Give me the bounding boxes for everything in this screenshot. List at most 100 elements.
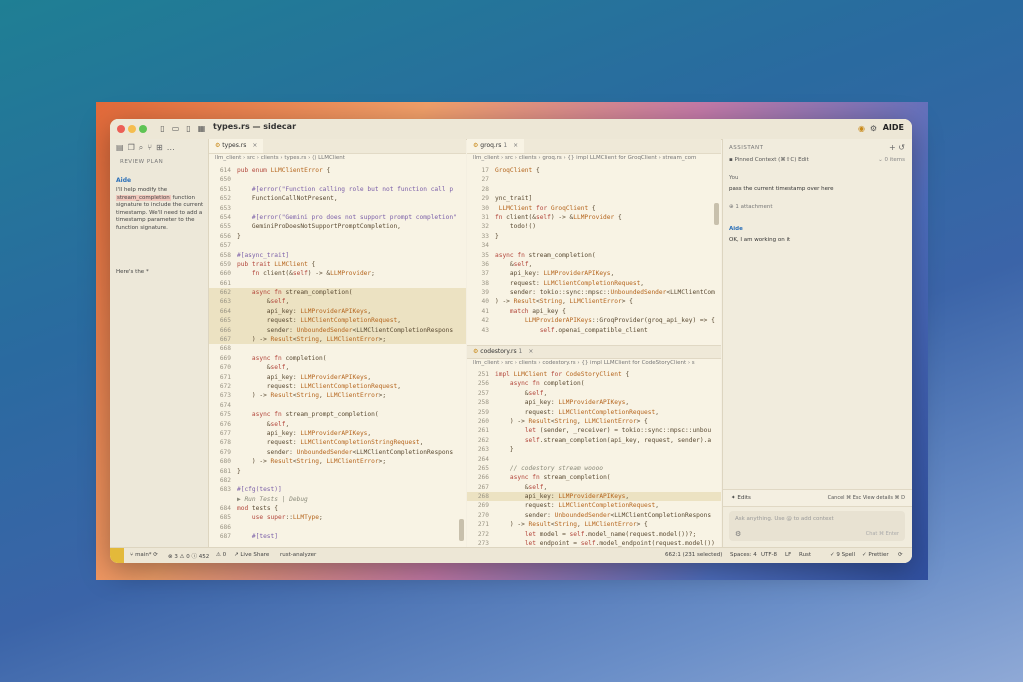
breadcrumb[interactable]: llm_client › src › clients › groq.rs › {… [473, 155, 696, 161]
code-line[interactable]: 672 request: LLMClientCompletionRequest, [209, 382, 466, 391]
code-line[interactable]: 263 } [467, 445, 721, 454]
code-line[interactable]: 41 match api_key { [467, 307, 721, 316]
pinned-context[interactable]: ▪ Pinned Context (⌘⇧C) Edit [729, 157, 809, 163]
breadcrumb[interactable]: llm_client › src › clients › codestory.r… [473, 360, 695, 366]
close-icon[interactable]: × [513, 142, 518, 149]
code-line[interactable]: 33} [467, 232, 721, 241]
problems-status[interactable]: ⊗ 3 ⚠ 0 ⓘ 452 [168, 552, 209, 560]
code-area[interactable]: 17 GroqClient {27 28 29 ync_trait] 30 LLMClie… [467, 166, 721, 335]
code-line[interactable]: 673 ) -> Result<String, LLMClientError>; [209, 391, 466, 400]
code-line[interactable]: 664 api_key: LLMProviderAPIKeys, [209, 306, 466, 317]
code-line[interactable]: 31 fn client(&self) -> &LLMProvider { [467, 213, 721, 222]
code-line[interactable]: 267 &self, [467, 483, 721, 492]
code-line[interactable]: 659 pub trait LLMClient { [209, 260, 466, 269]
copy-icon[interactable]: ❐ [128, 143, 139, 152]
toggle-secondary-sidebar-icon[interactable]: ▯ [184, 124, 193, 133]
tab-codestory-rs[interactable]: ⚙ codestory.rs 1 × [467, 346, 539, 358]
code-line[interactable]: 257 &self, [467, 389, 721, 398]
code-line[interactable]: 654 #[error("Gemini pro does not support… [209, 213, 466, 222]
code-line[interactable]: 273 let endpoint = self.model_endpoint(r… [467, 539, 721, 547]
code-line[interactable]: 680 ) -> Result<String, LLMClientError>; [209, 457, 466, 466]
code-line[interactable]: 679 sender: UnboundedSender<LLMClientCom… [209, 448, 466, 457]
code-line[interactable]: 256 async fn completion( [467, 379, 721, 388]
search-icon[interactable]: ⌕ [139, 143, 147, 152]
prettier-status[interactable]: ✓ Prettier [862, 552, 889, 558]
code-line[interactable]: 663 &self, [209, 297, 466, 307]
code-line[interactable]: 34 [467, 241, 721, 250]
source-control-icon[interactable]: ⑂ [147, 143, 156, 152]
code-line[interactable]: 674 [209, 401, 466, 410]
code-line[interactable]: 685 use super::LLMType; [209, 513, 466, 522]
ports-status[interactable]: ⚠ 0 [216, 552, 226, 558]
code-line[interactable]: 258 api_key: LLMProviderAPIKeys, [467, 398, 721, 407]
code-line[interactable]: 32 todo!() [467, 222, 721, 231]
files-icon[interactable]: ▤ [116, 143, 128, 152]
code-line[interactable]: 658 #[async_trait] [209, 251, 466, 260]
code-line[interactable]: 614 pub enum LLMClientError { [209, 166, 466, 175]
indent-status[interactable]: Spaces: 4 [730, 552, 757, 558]
spell-status[interactable]: ✓ 9 Spell [830, 552, 855, 558]
remote-indicator[interactable] [110, 548, 124, 563]
code-line[interactable]: 677 api_key: LLMProviderAPIKeys, [209, 429, 466, 438]
branch-status[interactable]: ⑂ main* ⟳ [130, 552, 158, 558]
history-icon[interactable]: ↺ [898, 143, 905, 152]
code-area[interactable]: 251 impl LLMClient for CodeStoryClient {2… [467, 370, 721, 547]
code-line[interactable]: 655 GeminiProDoesNotSupportPromptComplet… [209, 222, 466, 231]
code-line[interactable]: 652 FunctionCallNotPresent, [209, 194, 466, 203]
code-line[interactable]: 35 async fn stream_completion( [467, 251, 721, 260]
plus-icon[interactable]: + [889, 143, 896, 152]
close-icon[interactable]: × [528, 348, 533, 355]
code-line[interactable]: 259 request: LLMClientCompletionRequest, [467, 408, 721, 417]
analyzer-status[interactable]: rust-analyzer [280, 552, 316, 558]
layout-icon[interactable]: ▦ [197, 124, 206, 133]
code-line[interactable]: 260 ) -> Result<String, LLMClientError> … [467, 417, 721, 426]
close-icon[interactable]: × [252, 142, 257, 149]
code-line[interactable]: 261 let (sender, _receiver) = tokio::syn… [467, 426, 721, 435]
code-line[interactable]: 27 [467, 175, 721, 184]
chat-input[interactable]: Ask anything. Use @ to add context ⚙ Cha… [729, 511, 905, 541]
language-status[interactable]: Rust [799, 552, 811, 558]
code-line[interactable]: 681} [209, 467, 466, 476]
code-line[interactable]: 272 let model = self.model_name(request.… [467, 530, 721, 539]
code-line[interactable]: 657 [209, 241, 466, 250]
code-line[interactable]: 666 sender: UnboundedSender<LLMClientCom… [209, 325, 466, 336]
code-line[interactable]: 687 #[test] [209, 532, 466, 541]
code-line[interactable]: 266 async fn stream_completion( [467, 473, 721, 482]
breadcrumb[interactable]: llm_client › src › clients › types.rs › … [215, 155, 345, 161]
code-line[interactable]: ▶ Run Tests | Debug [209, 495, 466, 504]
maximize-window-button[interactable] [139, 125, 147, 133]
close-window-button[interactable] [117, 125, 125, 133]
edits-actions[interactable]: Cancel ⌘ Esc View details ⌘ D [828, 495, 905, 501]
settings-icon[interactable]: ⚙ [735, 530, 741, 538]
code-line[interactable]: 660 fn client(&self) -> &LLMProvider; [209, 269, 466, 278]
code-line[interactable]: 29 ync_trait] [467, 194, 721, 203]
code-line[interactable]: 651 #[error("Function calling role but n… [209, 185, 466, 194]
code-line[interactable]: 270 sender: UnboundedSender<LLMClientCom… [467, 511, 721, 520]
notifications-icon[interactable]: ⟳ [898, 552, 903, 558]
more-icon[interactable]: … [167, 143, 179, 152]
encoding-status[interactable]: UTF-8 [761, 552, 777, 558]
code-line[interactable]: 675 async fn stream_prompt_completion( [209, 410, 466, 419]
editor-types[interactable]: ⚙ types.rs × llm_client › src › clients ›… [209, 139, 466, 547]
code-line[interactable]: 30 LLMClient for GroqClient { [467, 204, 721, 213]
code-line[interactable]: 269 request: LLMClientCompletionRequest, [467, 501, 721, 510]
code-area[interactable]: 614 pub enum LLMClientError {650 651 #[err… [209, 166, 466, 542]
code-line[interactable]: 670 &self, [209, 363, 466, 372]
code-line[interactable]: 665 request: LLMClientCompletionRequest, [209, 316, 466, 326]
tab-types-rs[interactable]: ⚙ types.rs × [209, 139, 264, 153]
editor-groq[interactable]: ⚙ groq.rs 1 × llm_client › src › clients … [467, 139, 721, 547]
code-line[interactable]: 650 [209, 175, 466, 184]
code-line[interactable]: 653 [209, 204, 466, 213]
code-line[interactable]: 36 &self, [467, 260, 721, 269]
code-line[interactable]: 262 self.stream_completion(api_key, requ… [467, 436, 721, 445]
code-line[interactable]: 669 async fn completion( [209, 354, 466, 363]
code-line[interactable]: 667 ) -> Result<String, LLMClientError>; [209, 335, 466, 345]
code-line[interactable]: 264 [467, 455, 721, 464]
eol-status[interactable]: LF [785, 552, 791, 558]
code-line[interactable]: 40) -> Result<String, LLMClientError> { [467, 297, 721, 306]
code-line[interactable]: 683 #[cfg(test)] [209, 485, 466, 494]
code-line[interactable]: 28 [467, 185, 721, 194]
liveshare-status[interactable]: ↗ Live Share [234, 552, 269, 558]
code-line[interactable]: 682 [209, 476, 466, 485]
code-line[interactable]: 668 [209, 344, 466, 353]
